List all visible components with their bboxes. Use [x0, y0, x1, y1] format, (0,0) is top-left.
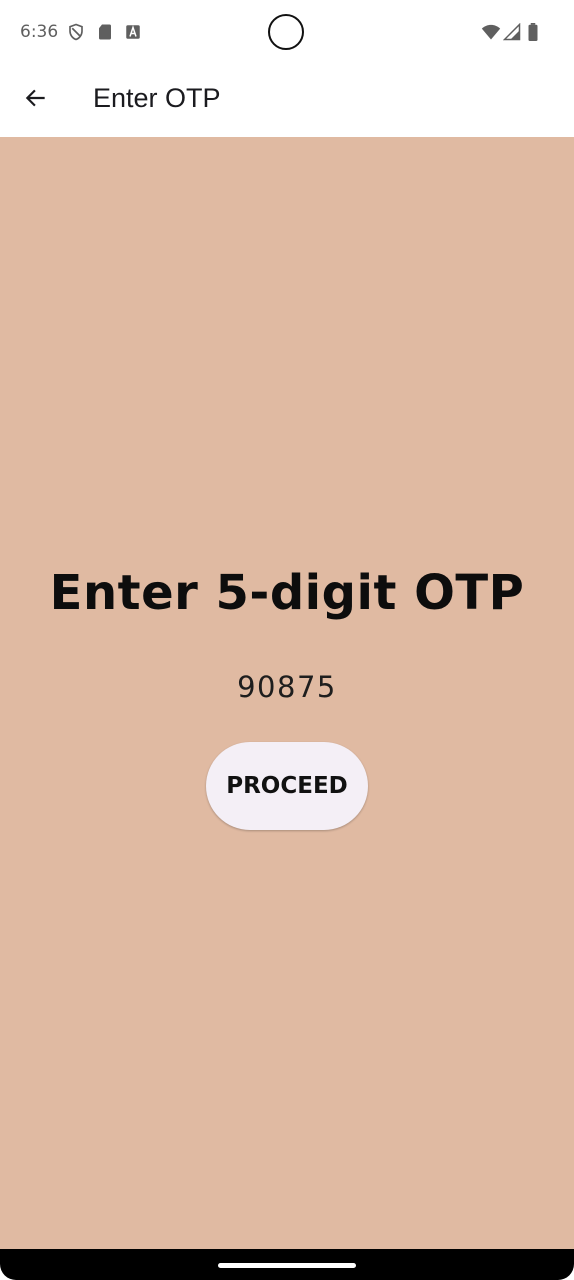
camera-cutout [268, 14, 304, 50]
page-title: Enter OTP [93, 83, 221, 113]
screen: 6:36 Enter OTP Enter 5-digit OTP 90875 P… [0, 0, 574, 1280]
arrow-back-icon [23, 85, 49, 116]
proceed-button[interactable]: PROCEED [206, 742, 368, 830]
home-gesture-handle[interactable] [218, 1263, 356, 1268]
main-content: Enter 5-digit OTP 90875 PROCEED [0, 137, 574, 1249]
signal-icon [502, 22, 521, 41]
navigation-bar [0, 1249, 574, 1280]
status-time: 6:36 [20, 22, 59, 42]
otp-heading: Enter 5-digit OTP [49, 565, 525, 621]
battery-icon [527, 23, 539, 41]
back-button[interactable] [14, 78, 58, 122]
otp-input[interactable]: 90875 [0, 670, 574, 704]
status-bar: 6:36 [0, 0, 574, 66]
sd-card-icon [96, 23, 114, 41]
wifi-icon [481, 23, 501, 41]
app-bar: Enter OTP [0, 66, 574, 137]
vpn-shield-icon [67, 23, 85, 41]
font-a-icon [124, 23, 142, 41]
